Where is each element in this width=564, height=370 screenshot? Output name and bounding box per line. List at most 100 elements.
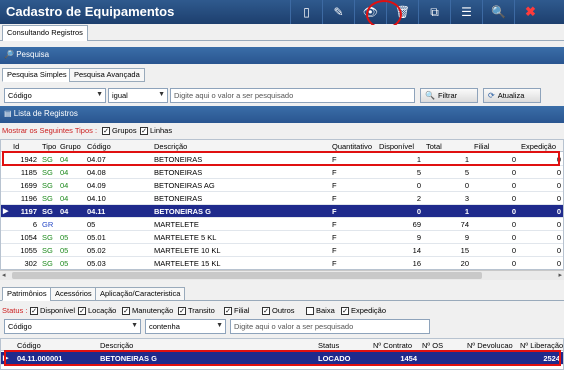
patrimonio-highlight: [4, 350, 561, 366]
detail-operator-select[interactable]: contenha ▼: [145, 319, 226, 334]
cell-exp: 0: [556, 246, 561, 255]
tab-consultando[interactable]: Consultando Registros: [2, 25, 88, 41]
search-operator-select[interactable]: igual ▼: [108, 88, 168, 103]
cell-total: 1: [464, 207, 469, 216]
search-field-select[interactable]: Código ▼: [4, 88, 106, 103]
cell-quant: F: [332, 233, 337, 242]
search-icon: 🔍: [425, 91, 435, 100]
table-row[interactable]: 302 SG 05 05.03 MARTELETE 15 KL F 16 20 0 0: [1, 257, 563, 269]
status-check-3[interactable]: ✓ Transito: [178, 306, 215, 315]
chevron-left-icon[interactable]: ◂: [2, 271, 6, 279]
cell-exp: 0: [556, 168, 561, 177]
cell-descricao: BETONEIRAS AG: [154, 181, 215, 190]
checkbox-icon: ✓: [122, 306, 130, 315]
tab-aplicacao[interactable]: Aplicação/Caracteristica: [95, 287, 186, 301]
cell-disp: 0: [416, 181, 421, 190]
check-grupos[interactable]: ✓ Grupos: [102, 126, 137, 135]
cell-id: 1054: [20, 233, 37, 242]
row-pointer-icon: ▶: [3, 208, 9, 215]
checkbox-icon: ✓: [30, 306, 38, 315]
status-filterbar: Status : ✓ Disponível ✓ Locação ✓ Manutenção ✓…: [0, 305, 564, 318]
menu-icon[interactable]: ☰: [450, 0, 482, 24]
main-tabbar: Consultando Registros: [0, 25, 564, 41]
refresh-button-label: Atualiza: [497, 91, 525, 100]
status-check-label: Baixa: [316, 306, 335, 315]
toolbar: ▯ ✎ 👁 🗑 ⧉ ☰ 🔍 ✖: [290, 0, 546, 24]
table-row[interactable]: 1196 SG 04 04.10 BETONEIRAS F 2 3 0 0: [1, 192, 563, 205]
cell-disp: 0: [416, 207, 421, 216]
chevron-down-icon: ▼: [131, 322, 138, 329]
cell-filial: 0: [511, 194, 516, 203]
cell-exp: 0: [556, 233, 561, 242]
checkbox-icon: ✓: [102, 126, 110, 135]
detail-tabbar: Patrimônios Acessórios Aplicação/Caracte…: [0, 287, 564, 301]
cell-disp: 16: [412, 259, 421, 268]
chevron-down-icon: ▼: [96, 91, 103, 98]
tab-pesquisa-simples[interactable]: Pesquisa Simples: [2, 68, 72, 82]
refresh-button[interactable]: ⟳ Atualiza: [483, 88, 541, 103]
table-row[interactable]: 6 GR 05 MARTELETE F 69 74 0 0: [1, 218, 563, 231]
cell-grupo: 04: [60, 168, 69, 177]
cell-tipo: GR: [42, 220, 54, 229]
cell-exp: 0: [556, 259, 561, 268]
cell-codigo: 04.11: [87, 207, 106, 216]
table-row[interactable]: 1055 SG 05 05.02 MARTELETE 10 KL F 14 15 0 0: [1, 244, 563, 257]
table-row[interactable]: 1699 SG 04 04.09 BETONEIRAS AG F 0 0 0 0: [1, 179, 563, 192]
filter-button[interactable]: 🔍 Filtrar: [420, 88, 478, 103]
status-check-2[interactable]: ✓ Manutenção: [122, 306, 173, 315]
detail-search-input[interactable]: Digite aqui o valor a ser pesquisado: [230, 319, 430, 334]
cell-descricao: MARTELETE 15 KL: [154, 259, 221, 268]
cell-codigo: 04.09: [87, 181, 106, 190]
cell-descricao: MARTELETE 5 KL: [154, 233, 217, 242]
check-linhas[interactable]: ✓ Linhas: [140, 126, 172, 135]
detail-field-select[interactable]: Código ▼: [4, 319, 141, 334]
cell-grupo: 05: [60, 246, 69, 255]
status-check-6[interactable]: Baixa: [306, 306, 335, 315]
cell-tipo: SG: [42, 181, 53, 190]
cell-id: 302: [24, 259, 37, 268]
document-icon[interactable]: ▯: [290, 0, 322, 24]
cell-exp: 0: [556, 207, 561, 216]
search-input[interactable]: Digite aqui o valor a ser pesquisado: [170, 88, 415, 103]
cell-codigo: 05.03: [87, 259, 106, 268]
records-hscroll-thumb[interactable]: [12, 272, 482, 279]
chevron-down-icon: ▼: [158, 91, 165, 98]
status-check-0[interactable]: ✓ Disponível: [30, 306, 75, 315]
check-grupos-label: Grupos: [112, 126, 137, 135]
list-section-header: ▤ Lista de Registros: [0, 106, 564, 123]
chevron-right-icon[interactable]: ▸: [558, 271, 562, 279]
checkbox-icon: [306, 306, 314, 315]
pencil-icon[interactable]: ✎: [322, 0, 354, 24]
search-section-header: 🔎 Pesquisa: [0, 47, 564, 64]
status-check-4[interactable]: ✓ Filial: [224, 306, 249, 315]
cell-descricao: MARTELETE 10 KL: [154, 246, 221, 255]
status-check-5[interactable]: ✓ Outros: [262, 306, 295, 315]
list-filterbar: Mostrar os Seguintes Tipos : ✓ Grupos ✓ …: [0, 125, 564, 138]
records-hscrollbar[interactable]: ◂ ▸: [0, 270, 564, 280]
cell-filial: 0: [511, 207, 516, 216]
status-check-1[interactable]: ✓ Locação: [78, 306, 116, 315]
cell-tipo: SG: [42, 168, 53, 177]
table-row[interactable]: 1185 SG 04 04.08 BETONEIRAS F 5 5 0 0: [1, 166, 563, 179]
search-subtabs: Pesquisa Simples Pesquisa Avançada: [0, 68, 564, 82]
cell-quant: F: [332, 207, 337, 216]
cell-codigo: 05: [87, 220, 96, 229]
copy-icon[interactable]: ⧉: [418, 0, 450, 24]
tab-acessorios[interactable]: Acessórios: [50, 287, 97, 301]
cell-exp: 0: [556, 181, 561, 190]
cell-codigo: 04.08: [87, 168, 106, 177]
title-bar: Cadastro de Equipamentos ▯ ✎ 👁 🗑 ⧉ ☰ 🔍 ✖: [0, 0, 564, 29]
app-title: Cadastro de Equipamentos: [6, 4, 175, 19]
cell-filial: 0: [511, 233, 516, 242]
search-icon[interactable]: 🔍: [482, 0, 514, 24]
table-row[interactable]: 1054 SG 05 05.01 MARTELETE 5 KL F 9 9 0 0: [1, 231, 563, 244]
cell-total: 15: [460, 246, 469, 255]
tab-patrimonios[interactable]: Patrimônios: [2, 287, 52, 301]
cell-quant: F: [332, 168, 337, 177]
status-check-label: Outros: [272, 306, 295, 315]
status-check-7[interactable]: ✓ Expedição: [341, 306, 386, 315]
tab-pesquisa-avancada[interactable]: Pesquisa Avançada: [69, 68, 145, 82]
cell-disp: 2: [416, 194, 421, 203]
close-icon[interactable]: ✖: [514, 0, 546, 24]
table-row[interactable]: ▶ 1197 SG 04 04.11 BETONEIRAS G F 0 1 0 0: [1, 205, 563, 218]
